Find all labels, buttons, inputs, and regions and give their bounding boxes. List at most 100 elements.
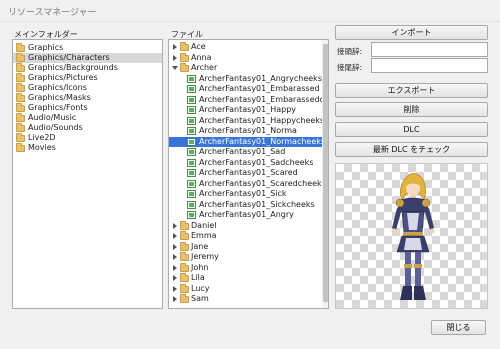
delete-button[interactable]: 削除 (335, 102, 488, 117)
tree-folder-item[interactable]: John (169, 262, 322, 273)
folder-item[interactable]: Graphics/Masks (13, 93, 162, 103)
chevron-right-icon[interactable] (173, 54, 177, 61)
chevron-down-icon[interactable] (172, 66, 178, 70)
tree-file-item[interactable]: ArcherFantasy01_Angrycheeks (169, 74, 322, 84)
folder-icon (180, 273, 189, 282)
folder-icon (16, 53, 25, 62)
chevron-right-icon[interactable] (173, 264, 177, 271)
tree-file-item[interactable]: ArcherFantasy01_Scared (169, 168, 322, 178)
folders-list[interactable]: Graphics Graphics/Characters Graphics/Back… (12, 39, 163, 309)
image-file-icon (187, 74, 196, 83)
tree-item-label: Emma (191, 231, 217, 240)
tree-file-item[interactable]: ArcherFantasy01_Happycheeks (169, 116, 322, 126)
folder-icon (180, 231, 189, 240)
image-file-icon (187, 85, 196, 93)
tree-item-label: Anna (191, 52, 212, 62)
tree-item-label: Lila (191, 273, 205, 282)
chevron-right-icon[interactable] (173, 243, 177, 250)
image-file-icon (187, 211, 196, 219)
folder-item[interactable]: Audio/Sounds (13, 123, 162, 133)
tree-item-label: ArcherFantasy01_Sadcheeks (199, 157, 314, 167)
tree-folder-item[interactable]: Sam (169, 294, 322, 304)
tree-item-label: Daniel (191, 220, 217, 230)
tree-file-item[interactable]: ArcherFantasy01_Sickcheeks (169, 200, 322, 210)
folder-item[interactable]: Graphics (13, 43, 162, 53)
tree-file-item[interactable]: ArcherFantasy01_Normacheeks (169, 136, 322, 147)
folder-item[interactable]: Graphics/Icons (13, 83, 162, 93)
folder-icon (180, 283, 189, 293)
folder-icon (180, 241, 189, 251)
folder-icon (16, 143, 25, 152)
folder-item[interactable]: Movies (13, 143, 162, 153)
tree-file-item[interactable]: ArcherFantasy01_Scaredcheeks (169, 179, 322, 189)
tree-item-label: ArcherFantasy01_Sickcheeks (199, 199, 315, 209)
tree-file-item[interactable]: ArcherFantasy01_Sick (169, 189, 322, 199)
tree-folder-item[interactable]: Lucy (169, 283, 322, 294)
image-preview (335, 163, 488, 309)
folder-item-label: Audio/Music (28, 113, 77, 122)
tree-file-item[interactable]: ArcherFantasy01_Sad (169, 147, 322, 157)
tree-file-item[interactable]: ArcherFantasy01_Embarassed (169, 84, 322, 94)
folder-icon (16, 73, 25, 82)
tree-folder-item[interactable]: Ace (169, 42, 322, 52)
tree-folder-item[interactable]: Lila (169, 273, 322, 283)
folder-item-label: Graphics (28, 43, 64, 52)
image-file-icon (187, 190, 196, 198)
tree-item-label: ArcherFantasy01_Normacheeks (199, 136, 322, 146)
prefix-label: 接頭辞: (337, 47, 363, 56)
tree-item-label: ArcherFantasy01_Angry (199, 210, 294, 219)
check-dlc-button[interactable]: 最新 DLC をチェック (335, 142, 488, 157)
folder-item[interactable]: Graphics/Characters (13, 53, 162, 63)
folder-item-label: Graphics/Fonts (28, 103, 88, 112)
export-button[interactable]: エクスポート (335, 83, 488, 98)
tree-file-item[interactable]: ArcherFantasy01_Angry (169, 210, 322, 220)
chevron-right-icon[interactable] (173, 296, 177, 302)
chevron-right-icon[interactable] (173, 275, 177, 281)
tree-file-item[interactable]: ArcherFantasy01_Happy (169, 105, 322, 115)
folder-icon (180, 63, 189, 72)
tree-item-label: Ace (191, 42, 206, 51)
folder-item-label: Graphics/Characters (28, 53, 110, 62)
folder-icon (16, 133, 25, 142)
files-tree[interactable]: Ace Anna Archer ArcherFantasy01_Angrycheeks… (168, 39, 329, 309)
folder-item-label: Movies (28, 143, 56, 152)
tree-item-label: Sam (191, 294, 209, 303)
tree-file-item[interactable]: ArcherFantasy01_Sadcheeks (169, 158, 322, 168)
dlc-button[interactable]: DLC (335, 122, 488, 137)
folder-icon (16, 123, 25, 132)
tree-folder-item[interactable]: Daniel (169, 220, 322, 231)
image-file-icon (187, 137, 196, 146)
import-button[interactable]: インポート (335, 25, 488, 40)
chevron-right-icon[interactable] (173, 44, 177, 50)
chevron-right-icon[interactable] (173, 254, 177, 260)
tree-item-label: Archer (191, 63, 218, 72)
tree-folder-item[interactable]: Anna (169, 52, 322, 63)
suffix-field[interactable] (371, 58, 488, 73)
tree-item-label: ArcherFantasy01_Sick (199, 189, 287, 198)
tree-file-item[interactable]: ArcherFantasy01_Embarassedcheeks (169, 95, 322, 105)
folder-item[interactable]: Graphics/Fonts (13, 103, 162, 113)
tree-folder-item[interactable]: Jane (169, 241, 322, 252)
folder-item-label: Graphics/Pictures (28, 73, 98, 82)
tree-item-label: Jeremy (191, 252, 219, 261)
tree-file-item[interactable]: ArcherFantasy01_Norma (169, 126, 322, 136)
folder-item[interactable]: Audio/Music (13, 113, 162, 123)
image-file-icon (187, 127, 196, 135)
files-scrollbar[interactable] (322, 40, 328, 308)
close-button[interactable]: 閉じる (431, 320, 486, 335)
folder-icon (16, 83, 25, 92)
prefix-field[interactable] (371, 42, 488, 57)
chevron-right-icon[interactable] (173, 285, 177, 292)
files-scrollbar-thumb[interactable] (323, 44, 328, 302)
chevron-right-icon[interactable] (173, 233, 177, 239)
folder-item[interactable]: Graphics/Pictures (13, 73, 162, 83)
chevron-right-icon[interactable] (173, 222, 177, 229)
image-file-icon (187, 200, 196, 209)
folder-icon (180, 252, 189, 261)
folder-item-label: Graphics/Icons (28, 83, 87, 92)
tree-folder-item[interactable]: Jeremy (169, 252, 322, 262)
tree-folder-item[interactable]: Emma (169, 231, 322, 241)
tree-folder-item[interactable]: Archer (169, 63, 322, 73)
folder-item[interactable]: Graphics/Backgrounds (13, 63, 162, 73)
folder-item[interactable]: Live2D (13, 133, 162, 143)
